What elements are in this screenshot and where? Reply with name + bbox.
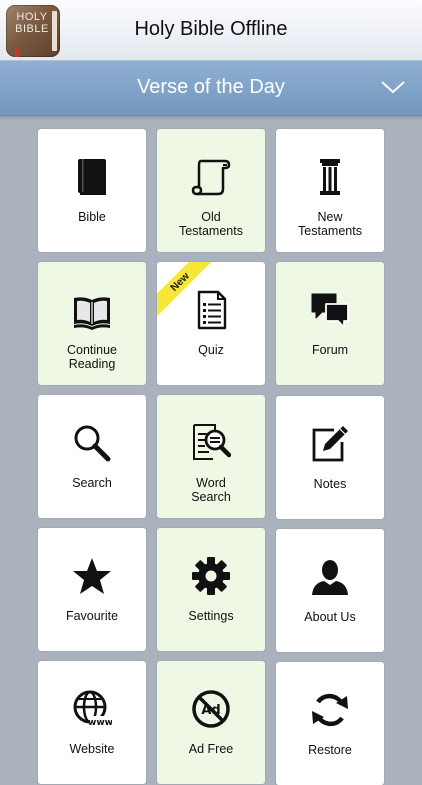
svg-text:www: www xyxy=(88,718,112,728)
scroll-icon xyxy=(191,159,231,196)
menu-label-line: Settings xyxy=(188,609,234,623)
menu-label: Restore xyxy=(276,743,384,757)
menu-label-line: Testaments xyxy=(179,224,243,238)
menu-tile-restore[interactable]: Restore xyxy=(276,662,384,785)
menu-label-line: Search xyxy=(191,490,231,504)
refresh-icon xyxy=(312,693,348,727)
chat-bubbles-icon xyxy=(311,293,349,328)
app-header: HOLY BIBLE Holy Bible Offline xyxy=(0,0,422,61)
menu-label-line: Forum xyxy=(311,343,349,357)
menu-tile-website[interactable]: www Website xyxy=(38,661,146,784)
book-icon xyxy=(78,159,106,195)
menu-tile-new-testaments[interactable]: New Testaments xyxy=(276,129,384,252)
menu-label: New Testaments xyxy=(276,210,384,238)
menu-label: About Us xyxy=(276,610,384,624)
menu-label-line: Reading xyxy=(68,357,116,371)
menu-tile-ad-free[interactable]: Ad Ad Free xyxy=(157,661,265,784)
bookmark-ribbon xyxy=(15,48,19,57)
menu-label: Old Testaments xyxy=(157,210,265,238)
menu-tile-word-search[interactable]: Word Search xyxy=(157,395,265,518)
person-icon xyxy=(312,560,348,595)
menu-tile-notes[interactable]: Notes xyxy=(276,396,384,519)
menu-label: Bible xyxy=(38,210,146,224)
menu-tile-quiz[interactable]: New Quiz xyxy=(157,262,265,385)
menu-tile-favourite[interactable]: Favourite xyxy=(38,528,146,651)
menu-label-line: Notes xyxy=(313,477,347,491)
verse-of-the-day-bar[interactable]: Verse of the Day xyxy=(0,61,422,116)
menu-label: Favourite xyxy=(38,609,146,623)
chevron-down-icon[interactable] xyxy=(380,77,406,97)
menu-label: Quiz xyxy=(157,343,265,357)
open-book-icon xyxy=(74,297,110,330)
menu-label-line: Old xyxy=(201,210,221,224)
edit-note-icon xyxy=(312,426,348,462)
menu-tile-old-testaments[interactable]: Old Testaments xyxy=(157,129,265,252)
menu-tile-continue-reading[interactable]: Continue Reading xyxy=(38,262,146,385)
document-list-icon xyxy=(197,290,227,330)
menu-tile-forum[interactable]: Forum xyxy=(276,262,384,385)
menu-label: Notes xyxy=(276,477,384,491)
menu-label-line: Quiz xyxy=(198,343,224,357)
verse-of-the-day-label: Verse of the Day xyxy=(137,76,285,98)
menu-label-line: New xyxy=(317,210,343,224)
menu-tile-about-us[interactable]: About Us xyxy=(276,529,384,652)
star-icon xyxy=(73,558,111,594)
menu-label: Settings xyxy=(157,609,265,623)
app-title: Holy Bible Offline xyxy=(0,18,422,41)
menu-tile-search[interactable]: Search xyxy=(38,395,146,518)
menu-label-line: Continue xyxy=(66,343,118,357)
menu-tile-settings[interactable]: Settings xyxy=(157,528,265,651)
menu-label-line: Favourite xyxy=(65,609,119,623)
menu-label-line: Restore xyxy=(308,743,352,757)
app-title-text: Holy Bible Offline xyxy=(134,18,288,40)
menu-label-line: Testaments xyxy=(298,224,362,238)
menu-label: Forum xyxy=(276,343,384,357)
gear-icon xyxy=(192,557,230,595)
menu-label: Word Search xyxy=(157,476,265,504)
menu-label: Continue Reading xyxy=(38,343,146,371)
magnifier-icon xyxy=(74,425,111,462)
menu-label-line: Website xyxy=(69,742,115,756)
menu-label: Search xyxy=(38,476,146,490)
menu-label-line: Search xyxy=(72,476,112,490)
menu-label-line: About Us xyxy=(304,610,356,624)
menu-label-line: Word xyxy=(196,476,226,490)
menu-label: Website xyxy=(38,742,146,756)
menu-label-line: Ad Free xyxy=(188,742,234,756)
menu-tile-bible[interactable]: Bible xyxy=(38,129,146,252)
pillar-icon xyxy=(320,159,340,195)
globe-www-icon: www xyxy=(73,690,112,728)
menu-label-line: Bible xyxy=(78,210,106,224)
no-ad-icon: Ad xyxy=(192,690,230,728)
document-search-icon xyxy=(193,424,231,460)
menu-label: Ad Free xyxy=(157,742,265,756)
